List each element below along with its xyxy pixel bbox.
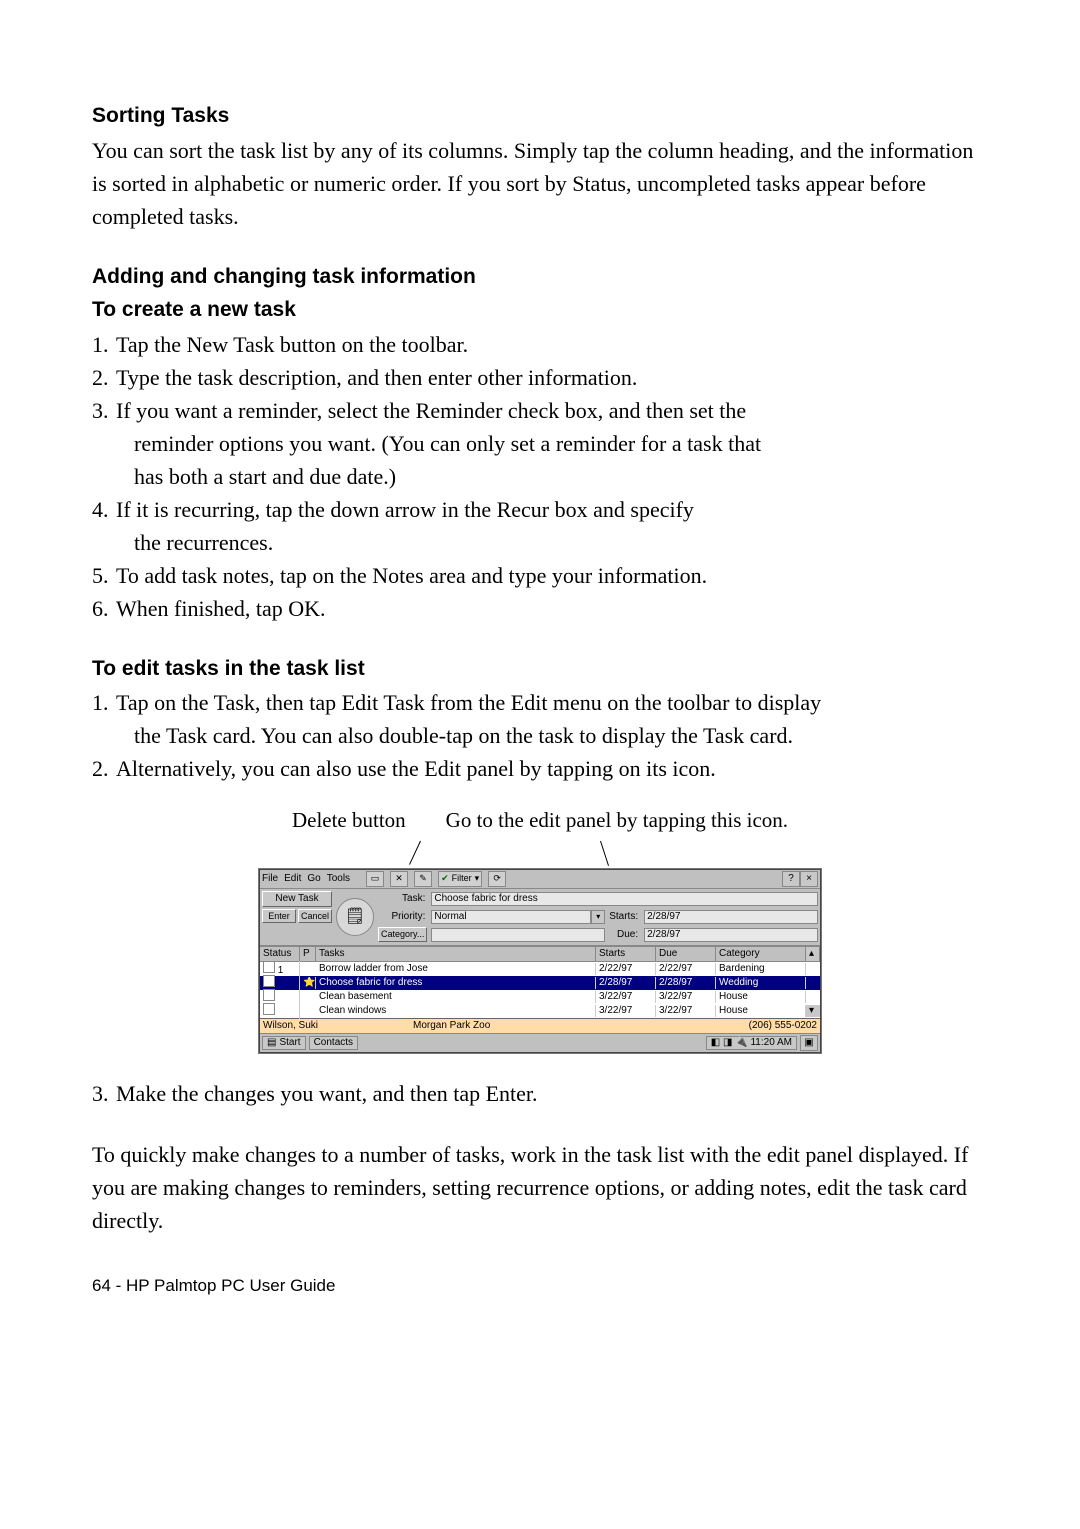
status-bar: Wilson, Suki Morgan Park Zoo (206) 555-0… <box>260 1018 820 1033</box>
priority-label: Priority: <box>378 911 427 923</box>
edit-panel: New Task Enter Cancel 🗒 Task: Choose fab… <box>260 889 820 946</box>
starts-label: Starts: <box>609 911 640 923</box>
filter-dropdown[interactable]: ✔Filter▾ <box>438 871 482 887</box>
menu-tools[interactable]: Tools <box>327 873 350 885</box>
step-text: reminder options you want. (You can only… <box>116 427 761 460</box>
task-icon: 🗒 <box>336 898 374 936</box>
heading-create: To create a new task <box>92 294 988 326</box>
heading-adding: Adding and changing task information <box>92 261 988 293</box>
step-num: 6. <box>92 592 116 625</box>
starts-field[interactable]: 2/28/97 <box>644 910 818 924</box>
col-priority[interactable]: P <box>300 947 316 961</box>
step-num: 4. <box>92 493 116 526</box>
edit-panel-button[interactable]: ✎ <box>414 871 432 887</box>
toolbar-button[interactable]: ⟳ <box>488 871 506 887</box>
table-row[interactable]: Clean windows 3/22/97 3/22/97 House ▾ <box>260 1004 820 1018</box>
checkbox-icon[interactable] <box>263 961 275 973</box>
step-num: 3. <box>92 1077 116 1110</box>
category-field[interactable] <box>431 928 605 942</box>
category-button[interactable]: Category... <box>378 927 427 942</box>
task-table: Status P Tasks Starts Due Category ▴ 1 B… <box>260 946 820 1018</box>
windows-icon: ▤ <box>267 1037 276 1049</box>
due-label: Due: <box>609 929 640 941</box>
taskbar-app[interactable]: Contacts <box>309 1036 358 1050</box>
step-text: has both a start and due date.) <box>116 460 396 493</box>
checkbox-icon[interactable] <box>263 975 275 987</box>
step-num <box>92 719 116 752</box>
desktop-button[interactable]: ▣ <box>800 1035 818 1051</box>
heading-sorting: Sorting Tasks <box>92 100 988 132</box>
start-button[interactable]: ▤Start <box>262 1036 306 1050</box>
priority-dropdown[interactable]: Normal▾ <box>431 910 605 924</box>
annotation-delete: Delete button <box>292 805 406 837</box>
col-starts[interactable]: Starts <box>596 947 656 961</box>
heading-edit: To edit tasks in the task list <box>92 653 988 685</box>
clock: 11:20 AM <box>750 1037 792 1048</box>
callout-line <box>600 840 609 865</box>
step-num <box>92 427 116 460</box>
step-num: 2. <box>92 752 116 785</box>
callout-line <box>409 840 421 864</box>
system-tray[interactable]: ◧ ◨ 🔌 11:20 AM <box>706 1036 797 1050</box>
step-text: If you want a reminder, select the Remin… <box>116 394 746 427</box>
tasks-app-screenshot: File Edit Go Tools ▭ ✕ ✎ ✔Filter▾ ⟳ ? × … <box>259 869 821 1053</box>
col-status[interactable]: Status <box>260 947 300 961</box>
step-text: To add task notes, tap on the Notes area… <box>116 559 707 592</box>
menubar: File Edit Go Tools ▭ ✕ ✎ ✔Filter▾ ⟳ ? × <box>260 870 820 889</box>
step-text: the Task card. You can also double-tap o… <box>116 719 793 752</box>
menu-edit[interactable]: Edit <box>284 873 301 885</box>
chevron-down-icon[interactable]: ▾ <box>591 910 605 924</box>
scrollbar-up[interactable]: ▴ <box>806 947 820 961</box>
toolbar-button[interactable]: ▭ <box>366 871 384 887</box>
table-row[interactable]: Clean basement 3/22/97 3/22/97 House <box>260 990 820 1004</box>
step-text: Alternatively, you can also use the Edit… <box>116 752 716 785</box>
para-sorting: You can sort the task list by any of its… <box>92 134 988 233</box>
checkbox-icon[interactable] <box>263 1003 275 1015</box>
col-due[interactable]: Due <box>656 947 716 961</box>
help-button[interactable]: ? <box>782 871 800 887</box>
step-text: Tap on the Task, then tap Edit Task from… <box>116 686 821 719</box>
menu-go[interactable]: Go <box>307 873 320 885</box>
due-field[interactable]: 2/28/97 <box>644 928 818 942</box>
new-task-button[interactable]: New Task <box>262 891 332 907</box>
annotation-editpanel: Go to the edit panel by tapping this ico… <box>446 805 788 837</box>
table-row[interactable]: 1 Borrow ladder from Jose 2/22/97 2/22/9… <box>260 962 820 976</box>
step-text: If it is recurring, tap the down arrow i… <box>116 493 694 526</box>
checkbox-icon[interactable] <box>263 989 275 1001</box>
col-category[interactable]: Category <box>716 947 806 961</box>
step-num <box>92 460 116 493</box>
scrollbar-down[interactable]: ▾ <box>806 1005 820 1017</box>
close-button[interactable]: × <box>800 871 818 887</box>
step-text: Make the changes you want, and then tap … <box>116 1077 538 1110</box>
page-footer: 64 - HP Palmtop PC User Guide <box>92 1273 988 1299</box>
step-num: 2. <box>92 361 116 394</box>
step-text: Type the task description, and then ente… <box>116 361 637 394</box>
col-tasks[interactable]: Tasks <box>316 947 596 961</box>
task-label: Task: <box>378 893 427 905</box>
step-num: 3. <box>92 394 116 427</box>
step-text: When finished, tap OK. <box>116 592 326 625</box>
cancel-button[interactable]: Cancel <box>298 909 332 924</box>
step-num: 5. <box>92 559 116 592</box>
task-field[interactable]: Choose fabric for dress <box>431 892 818 906</box>
delete-button[interactable]: ✕ <box>390 871 408 887</box>
step-num: 1. <box>92 686 116 719</box>
enter-button[interactable]: Enter <box>262 909 296 924</box>
tray-icons: ◧ ◨ 🔌 <box>711 1037 751 1048</box>
para-quickchanges: To quickly make changes to a number of t… <box>92 1138 988 1237</box>
step-text: the recurrences. <box>116 526 273 559</box>
step-text: Tap the New Task button on the toolbar. <box>116 328 468 361</box>
step-num <box>92 526 116 559</box>
step-num: 1. <box>92 328 116 361</box>
menu-file[interactable]: File <box>262 873 278 885</box>
taskbar: ▤Start Contacts ◧ ◨ 🔌 11:20 AM ▣ <box>260 1033 820 1052</box>
table-row[interactable]: ⭐ Choose fabric for dress 2/28/97 2/28/9… <box>260 976 820 990</box>
